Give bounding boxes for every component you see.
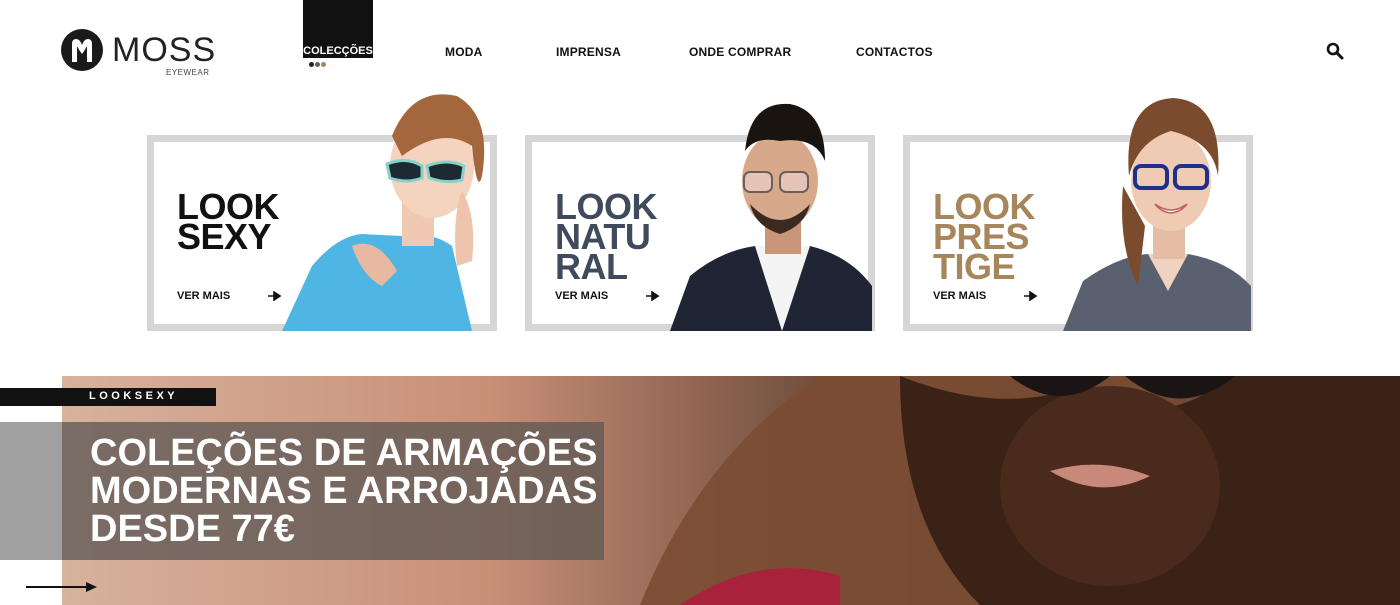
arrow-right-icon[interactable]: [26, 581, 98, 593]
nav-item-onde-comprar[interactable]: ONDE COMPRAR: [689, 45, 791, 59]
look-card-prestige[interactable]: LOOK PRES TIGE VER MAIS: [903, 98, 1253, 331]
look-card-sexy[interactable]: LOOK SEXY VER MAIS: [147, 94, 497, 331]
banner-headline: COLEÇÕES DE ARMAÇÕES MODERNAS E ARROJADA…: [90, 432, 598, 550]
nav-item-contactos[interactable]: CONTACTOS: [856, 45, 933, 59]
card-title: LOOK SEXY: [177, 186, 280, 257]
look-card-natural[interactable]: LOOK NATU RAL VER MAIS: [525, 103, 875, 331]
model-woman-blue-glasses-image: [1063, 98, 1251, 331]
banner-tag: LOOKSEXY: [0, 388, 216, 406]
model-man-glasses-image: [670, 103, 872, 331]
nav-item-colecoes[interactable]: COLECÇÕES: [303, 0, 373, 58]
arrow-right-icon: [646, 291, 660, 301]
ver-mais-link[interactable]: VER MAIS: [555, 290, 608, 302]
dot-2: [315, 62, 320, 67]
main-nav: COLECÇÕES MODA IMPRENSA ONDE COMPRAR CON…: [0, 0, 1400, 100]
nav-item-colecoes-label: COLECÇÕES: [303, 45, 373, 57]
ver-mais-link[interactable]: VER MAIS: [933, 290, 986, 302]
collection-dots: [309, 62, 329, 68]
dot-3: [321, 62, 326, 67]
nav-item-imprensa[interactable]: IMPRENSA: [556, 45, 621, 59]
arrow-right-icon: [268, 291, 282, 301]
search-icon[interactable]: [1326, 42, 1344, 60]
site-header: MOSS EYEWEAR COLECÇÕES MODA IMPRENSA OND…: [0, 0, 1400, 100]
nav-item-moda[interactable]: MODA: [445, 45, 482, 59]
card-title: LOOK NATU RAL: [555, 186, 658, 287]
hero-banner: LOOKSEXY COLEÇÕES DE ARMAÇÕES MODERNAS E…: [0, 376, 1400, 605]
ver-mais-link[interactable]: VER MAIS: [177, 290, 230, 302]
card-title: LOOK PRES TIGE: [933, 186, 1036, 287]
model-woman-sunglasses-image: [282, 94, 485, 331]
arrow-right-icon: [1024, 291, 1038, 301]
banner-tag-label: LOOKSEXY: [89, 390, 179, 402]
banner-left-panel: [0, 422, 62, 560]
banner-headline-box: COLEÇÕES DE ARMAÇÕES MODERNAS E ARROJADA…: [62, 422, 604, 560]
dot-1: [309, 62, 314, 67]
